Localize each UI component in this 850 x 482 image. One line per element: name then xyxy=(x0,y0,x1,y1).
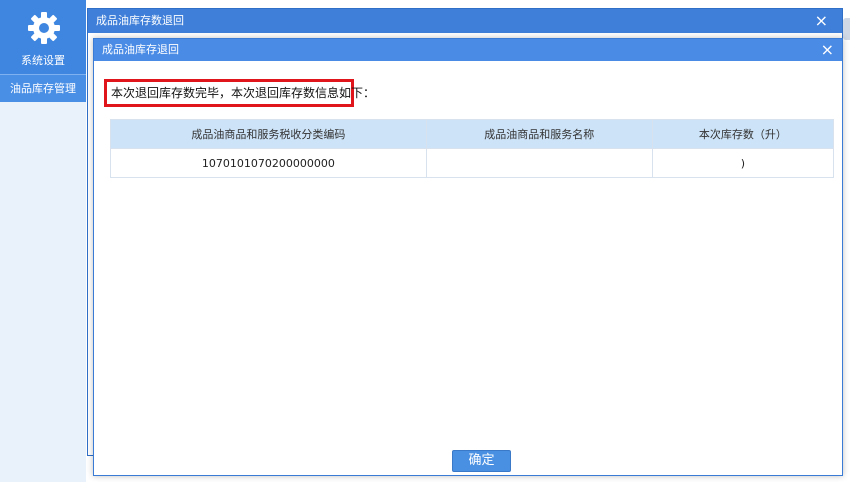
column-header-quantity: 本次库存数（升） xyxy=(651,119,835,149)
dialog-title: 成品油库存退回 xyxy=(102,43,179,56)
cell-quantity: ) xyxy=(651,148,835,178)
cell-tax-code: 1070101070200000000 xyxy=(110,148,427,178)
dialog-titlebar: 成品油库存退回 xyxy=(94,39,842,61)
confirm-button[interactable]: 确定 xyxy=(452,450,511,472)
sidebar: 系统设置 油品库存管理 xyxy=(0,0,86,482)
result-table: 成品油商品和服务税收分类编码 成品油商品和服务名称 本次库存数（升） 10701… xyxy=(110,119,835,178)
result-message: 本次退回库存数完毕，本次退回库存数信息如下： xyxy=(104,79,375,107)
column-header-tax-code: 成品油商品和服务税收分类编码 xyxy=(110,119,427,149)
outer-window-title-text: 成品油库存数退回 xyxy=(96,14,184,27)
outer-close-icon[interactable]: × xyxy=(815,12,828,30)
gear-icon xyxy=(28,12,60,44)
column-header-product-name: 成品油商品和服务名称 xyxy=(425,119,653,149)
table-row[interactable]: 1070101070200000000 ) xyxy=(110,148,835,178)
dialog-close-icon[interactable]: × xyxy=(821,41,834,59)
outer-window-title: 成品油库存数退回 xyxy=(88,9,842,33)
table-header-row: 成品油商品和服务税收分类编码 成品油商品和服务名称 本次库存数（升） xyxy=(110,119,835,149)
cell-product-name xyxy=(425,148,653,178)
edge-tab-icon[interactable] xyxy=(843,18,850,40)
sidebar-settings[interactable]: 系统设置 xyxy=(0,0,86,74)
sidebar-item-oil-inventory[interactable]: 油品库存管理 xyxy=(0,74,86,102)
sidebar-settings-label: 系统设置 xyxy=(21,54,65,67)
return-dialog: 成品油库存退回 × 本次退回库存数完毕，本次退回库存数信息如下： 成品油商品和服… xyxy=(93,38,843,476)
